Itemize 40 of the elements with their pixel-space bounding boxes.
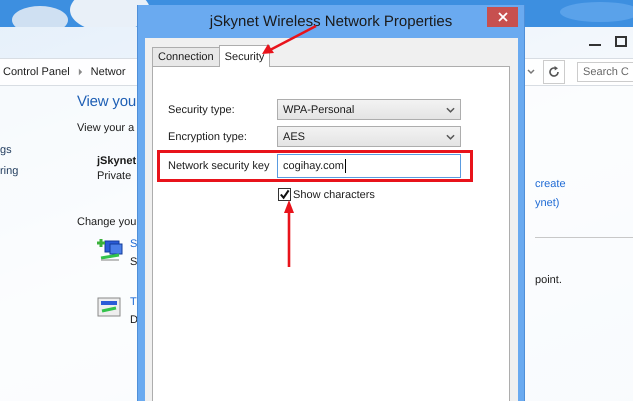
network-category: Private bbox=[97, 170, 132, 182]
field-label: Security type: bbox=[168, 104, 236, 116]
search-field[interactable]: Search C bbox=[577, 62, 633, 82]
field-label: Encryption type: bbox=[168, 130, 248, 142]
chevron-down-icon bbox=[446, 106, 455, 112]
task-link[interactable]: T bbox=[130, 296, 138, 308]
checkbox-label[interactable]: Show characters bbox=[293, 188, 375, 200]
tab[interactable]: Security bbox=[218, 45, 270, 67]
refresh-button[interactable] bbox=[543, 60, 565, 84]
network-name: jSkynet bbox=[97, 155, 136, 167]
page-description: View your a bbox=[77, 122, 134, 134]
caret-down-icon[interactable] bbox=[527, 69, 535, 75]
field-label: Network security key bbox=[168, 160, 270, 172]
tab[interactable]: Connection bbox=[152, 47, 220, 66]
chevron-right-icon[interactable] bbox=[78, 68, 83, 76]
breadcrumb-item[interactable]: Control Panel bbox=[3, 66, 70, 78]
description-text: point. bbox=[535, 274, 563, 286]
section-heading: Change you bbox=[77, 216, 136, 228]
chevron-down-icon bbox=[446, 134, 455, 140]
link[interactable]: ynet) bbox=[535, 194, 633, 213]
arrow-annotation bbox=[262, 24, 317, 54]
refresh-icon bbox=[548, 66, 560, 78]
input-field[interactable]: cogihay.com bbox=[277, 154, 461, 178]
arrow-annotation bbox=[284, 200, 294, 267]
dialog-title: jSkynet Wireless Network Properties bbox=[210, 13, 452, 30]
dropdown[interactable]: AES bbox=[277, 126, 461, 147]
task-description: S bbox=[130, 256, 138, 268]
task-link[interactable]: S bbox=[130, 238, 138, 250]
breadcrumb-item[interactable]: Networ bbox=[90, 66, 126, 78]
sidebar-link[interactable]: ring bbox=[0, 165, 77, 177]
network-computer-icon bbox=[97, 238, 123, 262]
maximize-icon[interactable] bbox=[615, 36, 627, 48]
close-icon bbox=[498, 12, 508, 22]
task-description: D bbox=[130, 314, 138, 326]
link[interactable]: create bbox=[535, 175, 633, 194]
close-button[interactable] bbox=[487, 7, 518, 27]
sidebar-link[interactable]: gs bbox=[0, 144, 77, 156]
page-heading: View you bbox=[77, 93, 136, 110]
dropdown[interactable]: WPA-Personal bbox=[277, 99, 461, 120]
checkbox[interactable] bbox=[278, 188, 291, 201]
